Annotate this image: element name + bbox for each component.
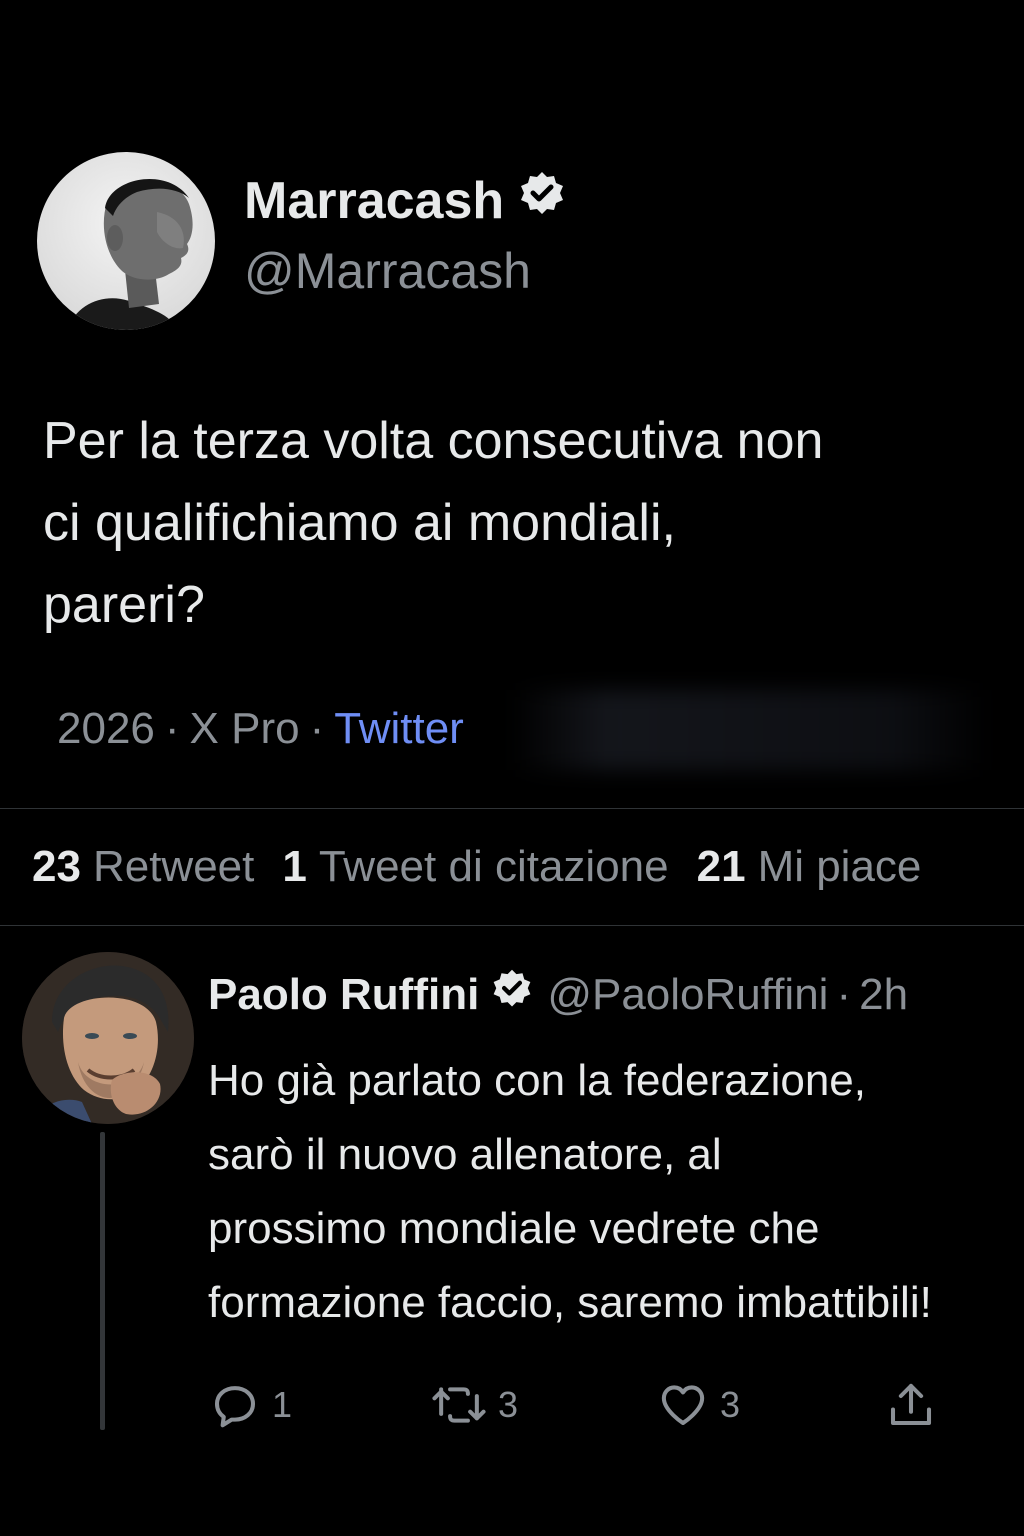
retweet-count: 3 xyxy=(498,1384,519,1425)
meta-separator: · xyxy=(309,704,325,753)
retweets-label: Retweet xyxy=(92,842,255,891)
like-button[interactable]: 3 xyxy=(656,1378,740,1432)
author-avatar-image xyxy=(37,152,215,330)
thread-line xyxy=(100,1132,105,1430)
reply-author-handle[interactable]: @PaoloRuffini xyxy=(547,970,828,1020)
author-avatar[interactable] xyxy=(37,152,215,330)
reply-text-line: sarò il nuovo allenatore, al xyxy=(208,1130,722,1179)
share-button[interactable] xyxy=(884,1378,938,1432)
quotes-stat[interactable]: 1 Tweet di citazione xyxy=(282,842,668,892)
tweet-stats: 23 Retweet 1 Tweet di citazione 21 Mi pi… xyxy=(32,842,921,892)
share-icon xyxy=(890,1383,932,1426)
tweet-year: 2026 xyxy=(57,704,155,753)
reply-count: 1 xyxy=(272,1384,293,1425)
divider xyxy=(0,925,1024,926)
reply-header: Paolo Ruffini @PaoloRuffini · 2h xyxy=(208,968,908,1021)
tweet-text-line: Per la terza volta consecutiva non xyxy=(43,412,824,470)
author-name-text: Marracash xyxy=(244,171,505,230)
reply-text-line: prossimo mondiale vedrete che xyxy=(208,1204,820,1253)
divider xyxy=(0,808,1024,809)
reply-text-line: formazione faccio, saremo imbattibili! xyxy=(208,1278,932,1327)
author-handle[interactable]: @Marracash xyxy=(244,242,531,300)
tweet-text: Per la terza volta consecutiva non ci qu… xyxy=(43,400,983,646)
tweet-meta: 2026 · X Pro · Twitter xyxy=(57,704,464,754)
quotes-count: 1 xyxy=(282,842,307,891)
verified-badge-icon xyxy=(518,170,566,231)
retweet-button[interactable]: 3 xyxy=(430,1378,518,1432)
reply-button[interactable]: 1 xyxy=(208,1378,292,1432)
reply-author-avatar-image xyxy=(22,952,194,1124)
tweet-text-line: ci qualifichiamo ai mondiali, xyxy=(43,494,676,552)
reply-text-line: Ho già parlato con la federazione, xyxy=(208,1056,866,1105)
retweet-icon xyxy=(432,1387,486,1423)
verified-badge-icon xyxy=(491,968,533,1021)
likes-label: Mi piace xyxy=(757,842,922,891)
tweet-text-line: pareri? xyxy=(43,576,205,634)
blurred-region xyxy=(510,690,990,770)
likes-count: 21 xyxy=(696,842,746,891)
reply-bubble-icon xyxy=(214,1386,256,1428)
reply-separator: · xyxy=(836,969,852,1019)
meta-separator: · xyxy=(164,704,180,753)
reply-timestamp[interactable]: 2h xyxy=(859,970,908,1020)
retweets-stat[interactable]: 23 Retweet xyxy=(32,842,254,892)
reply-author-name[interactable]: Paolo Ruffini xyxy=(208,970,479,1020)
tweet-source-link[interactable]: Twitter xyxy=(334,704,464,753)
heart-icon xyxy=(661,1385,705,1426)
likes-stat[interactable]: 21 Mi piace xyxy=(697,842,922,892)
quotes-label: Tweet di citazione xyxy=(318,842,669,891)
tweet-client: X Pro xyxy=(189,704,300,753)
retweets-count: 23 xyxy=(32,842,81,891)
author-name[interactable]: Marracash xyxy=(244,170,566,231)
reply-actions: 1 3 3 xyxy=(208,1378,948,1438)
like-count: 3 xyxy=(720,1384,741,1425)
reply-author-avatar[interactable] xyxy=(22,952,194,1124)
reply-text: Ho già parlato con la federazione, sarò … xyxy=(208,1044,1008,1340)
